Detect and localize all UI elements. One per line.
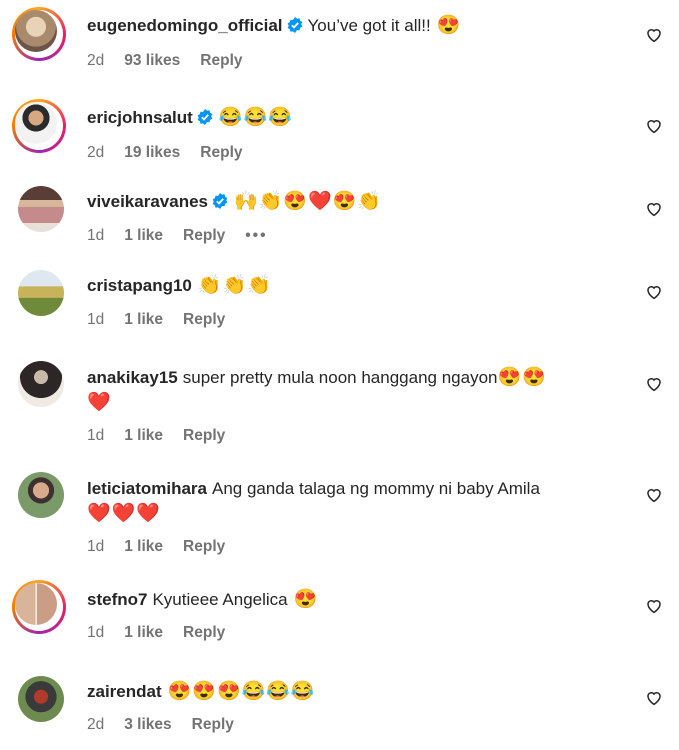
like-heart-icon[interactable]: [645, 486, 663, 504]
comment-emojis: 😍😍: [497, 367, 547, 388]
comment-text: viveikaravanes 🙌👏😍❤️😍👏: [87, 190, 629, 214]
comment-text-line2: ❤️: [87, 391, 629, 415]
more-options-button[interactable]: •••: [245, 227, 267, 244]
like-heart-icon[interactable]: [645, 200, 663, 218]
likes-count[interactable]: 3 likes: [124, 716, 171, 733]
avatar[interactable]: [18, 361, 64, 407]
comment-body: super pretty mula noon hanggang ngayon: [182, 368, 498, 387]
comment-text: zairendat 😍😍😍😂😂😂: [87, 680, 629, 704]
comment-text: stefno7 Kyutieee Angelica 😍: [87, 588, 629, 612]
username[interactable]: anakikay15: [87, 368, 178, 387]
reply-button[interactable]: Reply: [183, 624, 225, 641]
timestamp[interactable]: 2d: [87, 716, 104, 733]
comment-meta: 1d 1 like Reply: [87, 427, 245, 445]
comment-meta: 2d 3 likes Reply: [87, 716, 254, 734]
reply-button[interactable]: Reply: [183, 538, 225, 555]
timestamp[interactable]: 1d: [87, 427, 104, 444]
username[interactable]: viveikaravanes: [87, 192, 208, 211]
like-heart-icon[interactable]: [645, 117, 663, 135]
likes-count[interactable]: 19 likes: [124, 144, 180, 161]
comment-meta: 1d 1 like Reply: [87, 311, 245, 329]
likes-count[interactable]: 1 like: [124, 311, 163, 328]
comment-meta: 2d 93 likes Reply: [87, 52, 263, 70]
comment-text: cristapang10 👏👏👏: [87, 274, 629, 298]
likes-count[interactable]: 1 like: [124, 538, 163, 555]
username[interactable]: leticiatomihara: [87, 479, 207, 498]
comment-meta: 1d 1 like Reply: [87, 538, 245, 556]
like-heart-icon[interactable]: [645, 597, 663, 615]
comment-emojis: 😍: [293, 589, 319, 610]
comment-emojis: 😍: [436, 15, 462, 36]
comment-body: Ang ganda talaga ng mommy ni baby Amila: [212, 479, 540, 498]
comment-text: leticiatomihara Ang ganda talaga ng mommy…: [87, 477, 629, 501]
timestamp[interactable]: 1d: [87, 311, 104, 328]
username[interactable]: ericjohnsalut: [87, 108, 193, 127]
like-heart-icon[interactable]: [645, 375, 663, 393]
avatar[interactable]: [18, 676, 64, 722]
timestamp[interactable]: 1d: [87, 538, 104, 555]
verified-badge-icon: [197, 109, 213, 125]
comment-emojis: 🙌👏😍❤️😍👏: [234, 191, 382, 212]
likes-count[interactable]: 1 like: [124, 427, 163, 444]
likes-count[interactable]: 1 like: [124, 624, 163, 641]
timestamp[interactable]: 2d: [87, 52, 104, 69]
comment-text: anakikay15 super pretty mula noon hanggan…: [87, 366, 629, 390]
username[interactable]: stefno7: [87, 590, 147, 609]
comment-emojis: 😍😍😍😂😂😂: [167, 681, 316, 702]
likes-count[interactable]: 1 like: [124, 227, 163, 244]
reply-button[interactable]: Reply: [192, 716, 234, 733]
timestamp[interactable]: 1d: [87, 624, 104, 641]
like-heart-icon[interactable]: [645, 26, 663, 44]
comment-emojis: ❤️❤️❤️: [87, 503, 161, 524]
like-heart-icon[interactable]: [645, 283, 663, 301]
avatar[interactable]: [18, 186, 64, 232]
comment-text: eugenedomingo_official You’ve got it all!…: [87, 14, 629, 38]
comment-text-line2: ❤️❤️❤️: [87, 502, 629, 526]
comment-body: Kyutieee Angelica: [152, 590, 288, 609]
reply-button[interactable]: Reply: [200, 52, 242, 69]
comment-meta: 1d 1 like Reply •••: [87, 227, 288, 245]
reply-button[interactable]: Reply: [183, 311, 225, 328]
comment-meta: 2d 19 likes Reply: [87, 144, 263, 162]
reply-button[interactable]: Reply: [183, 427, 225, 444]
timestamp[interactable]: 1d: [87, 227, 104, 244]
like-heart-icon[interactable]: [645, 689, 663, 707]
username[interactable]: cristapang10: [87, 276, 192, 295]
verified-badge-icon: [287, 17, 302, 33]
reply-button[interactable]: Reply: [183, 227, 225, 244]
likes-count[interactable]: 93 likes: [124, 52, 180, 69]
comment-meta: 1d 1 like Reply: [87, 624, 245, 642]
comment-emojis: ❤️: [87, 392, 112, 413]
username[interactable]: eugenedomingo_official: [87, 16, 283, 35]
verified-badge-icon: [212, 193, 228, 209]
comment-emojis: 😂😂😂: [218, 107, 293, 128]
comment-text: ericjohnsalut 😂😂😂: [87, 106, 629, 130]
avatar[interactable]: [12, 99, 66, 153]
comment-emojis: 👏👏👏: [197, 275, 272, 296]
reply-button[interactable]: Reply: [200, 144, 242, 161]
username[interactable]: zairendat: [87, 682, 162, 701]
avatar[interactable]: [12, 7, 66, 61]
comment-body: You’ve got it all!!: [307, 16, 431, 35]
avatar[interactable]: [18, 472, 64, 518]
avatar[interactable]: [18, 270, 64, 316]
avatar[interactable]: [12, 580, 66, 634]
timestamp[interactable]: 2d: [87, 144, 104, 161]
